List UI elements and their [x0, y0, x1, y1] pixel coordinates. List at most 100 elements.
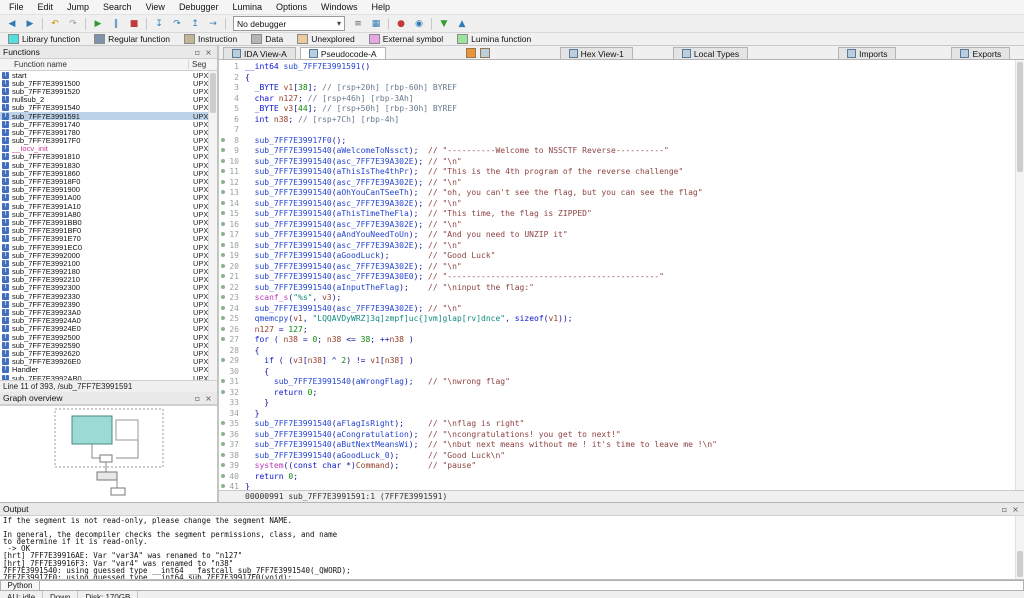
code-line[interactable]: 13 sub_7FF7E3991540(aOhYouCanTSeeTh);// … [219, 188, 1024, 199]
code-line[interactable]: 21 sub_7FF7E3991540(asc_7FF7E39A30E0);//… [219, 272, 1024, 283]
code-line[interactable]: 36 sub_7FF7E3991540(aCongratulation);// … [219, 430, 1024, 441]
code-line[interactable]: 10 sub_7FF7E3991540(asc_7FF7E39A302E);//… [219, 157, 1024, 168]
stop-process-icon[interactable]: ■ [125, 15, 143, 32]
menu-edit[interactable]: Edit [31, 1, 61, 13]
menu-help[interactable]: Help [365, 1, 398, 13]
code-line[interactable]: 37 sub_7FF7E3991540(aButNextMeansWi);// … [219, 440, 1024, 451]
code-line[interactable]: 25 qmemcpy(v1, "LQQAVDyWRZ]3q]zmpf]uc{]v… [219, 314, 1024, 325]
tab-local-types[interactable]: Local Types [673, 47, 748, 59]
code-line[interactable]: 31 sub_7FF7E3991540(aWrongFlag);// "\nwr… [219, 377, 1024, 388]
functions-scrollbar[interactable] [208, 71, 217, 380]
code-line[interactable]: 18 sub_7FF7E3991540(asc_7FF7E39A302E);//… [219, 241, 1024, 252]
step-into-icon[interactable]: ↧ [150, 15, 168, 32]
close-panel-icon[interactable]: × [203, 394, 214, 403]
code-line[interactable]: 26 n127 = 127; [219, 325, 1024, 336]
breakpoints-icon[interactable]: ● [392, 15, 410, 32]
code-token: n38 [308, 356, 322, 365]
menu-options[interactable]: Options [269, 1, 314, 13]
interpreter-selector[interactable]: Python [0, 580, 40, 591]
code-line[interactable]: 34 } [219, 409, 1024, 420]
functions-list[interactable]: fstartUPX0fsub_7FF7E3991500UPX0fsub_7FF7… [0, 71, 217, 380]
code-line[interactable]: 7 [219, 125, 1024, 136]
code-line[interactable]: 15 sub_7FF7E3991540(aThisTimeTheFla);// … [219, 209, 1024, 220]
column-segment[interactable]: Seg [189, 60, 217, 69]
menu-file[interactable]: File [2, 1, 31, 13]
code-line[interactable]: 30 { [219, 367, 1024, 378]
code-line[interactable]: 4 char n127; // [rsp+46h] [rbp-3Ah] [219, 94, 1024, 105]
code-line[interactable]: 32 return 0; [219, 388, 1024, 399]
code-line[interactable]: 16 sub_7FF7E3991540(asc_7FF7E39A302E);//… [219, 220, 1024, 231]
code-line[interactable]: 28 { [219, 346, 1024, 357]
menu-debugger[interactable]: Debugger [172, 1, 226, 13]
close-panel-icon[interactable]: × [203, 48, 214, 57]
code-line[interactable]: 19 sub_7FF7E3991540(aGoodLuck);// "Good … [219, 251, 1024, 262]
debugger-selector[interactable]: No debugger▾ [233, 16, 345, 31]
lumina-push-icon[interactable]: ▲ [453, 15, 471, 32]
tab-indicator-icon[interactable] [480, 48, 490, 58]
undo-icon[interactable]: ↶ [46, 15, 64, 32]
code-line[interactable]: 11 sub_7FF7E3991540(aThisIsThe4thPr);// … [219, 167, 1024, 178]
pause-process-icon[interactable]: ‖ [107, 15, 125, 32]
menu-jump[interactable]: Jump [60, 1, 96, 13]
start-process-icon[interactable]: ▶ [89, 15, 107, 32]
code-line[interactable]: 41} [219, 482, 1024, 490]
float-panel-icon[interactable]: ▫ [192, 48, 203, 57]
code-token: *) [341, 461, 355, 470]
menu-view[interactable]: View [139, 1, 172, 13]
code-line[interactable]: 1__int64 sub_7FF7E3991591() [219, 62, 1024, 73]
pseudocode-scrollbar[interactable] [1015, 60, 1024, 490]
output-content[interactable]: If the segment is not read-only, please … [0, 516, 1024, 579]
functions-scrollbar-thumb[interactable] [210, 73, 216, 113]
menu-windows[interactable]: Windows [314, 1, 365, 13]
navigate-forward-icon[interactable]: ▶ [21, 15, 39, 32]
tab-exports[interactable]: Exports [951, 47, 1010, 59]
float-panel-icon[interactable]: ▫ [999, 505, 1010, 514]
code-line[interactable]: 38 sub_7FF7E3991540(aGoodLuck_0);// "Goo… [219, 451, 1024, 462]
menu-lumina[interactable]: Lumina [225, 1, 269, 13]
code-line[interactable]: 35 sub_7FF7E3991540(aFlagIsRight);// "\n… [219, 419, 1024, 430]
run-until-return-icon[interactable]: ↥ [186, 15, 204, 32]
snapshot-icon[interactable]: ▦ [367, 15, 385, 32]
code-line[interactable]: 6 int n38; // [rsp+7Ch] [rbp-4h] [219, 115, 1024, 126]
run-to-cursor-icon[interactable]: → [204, 15, 222, 32]
tab-imports[interactable]: Imports [838, 47, 896, 59]
code-line[interactable]: 24 sub_7FF7E3991540(asc_7FF7E39A302E);//… [219, 304, 1024, 315]
code-line[interactable]: 17 sub_7FF7E3991540(aAndYouNeedToUn);// … [219, 230, 1024, 241]
float-panel-icon[interactable]: ▫ [192, 394, 203, 403]
code-line[interactable]: 40 return 0; [219, 472, 1024, 483]
code-line[interactable]: 33 } [219, 398, 1024, 409]
close-panel-icon[interactable]: × [1010, 505, 1021, 514]
code-line[interactable]: 27 for ( n38 = 0; n38 <= 38; ++n38 ) [219, 335, 1024, 346]
function-row[interactable]: fsub_7FF7E3992AB0UPX0 [0, 374, 217, 380]
menu-search[interactable]: Search [96, 1, 139, 13]
code-line[interactable]: 22 sub_7FF7E3991540(aInputTheFlag);// "\… [219, 283, 1024, 294]
tab-ida-view-a[interactable]: IDA View-A [223, 47, 296, 59]
code-line[interactable]: 9 sub_7FF7E3991540(aWelcomeToNssct);// "… [219, 146, 1024, 157]
tab-hex-view-1[interactable]: Hex View-1 [560, 47, 633, 59]
code-line[interactable]: 2{ [219, 73, 1024, 84]
redo-icon[interactable]: ↷ [64, 15, 82, 32]
pseudocode-scrollbar-thumb[interactable] [1017, 62, 1023, 172]
code-line[interactable]: 5 _BYTE v3[44]; // [rsp+50h] [rbp-30h] B… [219, 104, 1024, 115]
debugger-options-icon[interactable]: ≡ [349, 15, 367, 32]
tab-indicator-icon[interactable] [466, 48, 476, 58]
code-line[interactable]: 8 sub_7FF7E39917F0(); [219, 136, 1024, 147]
code-line[interactable]: 29 if ( (v3[n38] ^ 2) != v1[n38] ) [219, 356, 1024, 367]
pseudocode-view[interactable]: 1__int64 sub_7FF7E3991591()2{3 _BYTE v1[… [219, 60, 1024, 490]
code-line[interactable]: 12 sub_7FF7E3991540(asc_7FF7E39A302E);//… [219, 178, 1024, 189]
output-scrollbar[interactable] [1015, 516, 1024, 579]
column-function-name[interactable]: Function name [0, 60, 189, 69]
code-line[interactable]: 3 _BYTE v1[38]; // [rsp+20h] [rbp-60h] B… [219, 83, 1024, 94]
code-line[interactable]: 23 scanf_s("%s", v3); [219, 293, 1024, 304]
watches-icon[interactable]: ◉ [410, 15, 428, 32]
python-input[interactable] [40, 580, 1024, 591]
lumina-pull-icon[interactable]: ▼ [435, 15, 453, 32]
code-line[interactable]: 14 sub_7FF7E3991540(asc_7FF7E39A302E);//… [219, 199, 1024, 210]
tab-pseudocode-a[interactable]: Pseudocode-A [300, 47, 386, 59]
code-line[interactable]: 39 system((const char *)Command);// "pau… [219, 461, 1024, 472]
step-over-icon[interactable]: ↷ [168, 15, 186, 32]
output-scrollbar-thumb[interactable] [1017, 551, 1023, 577]
graph-overview-canvas[interactable] [0, 405, 217, 502]
navigate-back-icon[interactable]: ◀ [3, 15, 21, 32]
code-line[interactable]: 20 sub_7FF7E3991540(asc_7FF7E39A302E);//… [219, 262, 1024, 273]
